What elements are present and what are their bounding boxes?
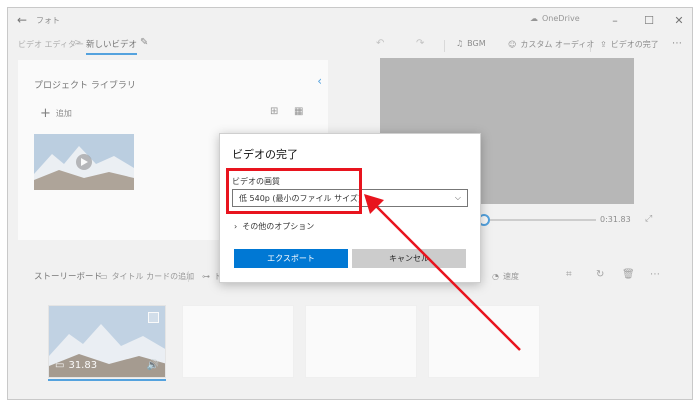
chevron-down-icon: ⌵ (454, 193, 461, 202)
dialog-title: ビデオの完了 (232, 148, 298, 161)
more-options-toggle[interactable]: › その他のオプション (234, 221, 314, 232)
export-button[interactable]: エクスポート (234, 249, 348, 268)
annotation-highlight-box (226, 168, 362, 214)
chevron-right-icon: › (234, 222, 238, 231)
cancel-button[interactable]: キャンセル (352, 249, 466, 268)
more-options-label: その他のオプション (242, 222, 315, 231)
